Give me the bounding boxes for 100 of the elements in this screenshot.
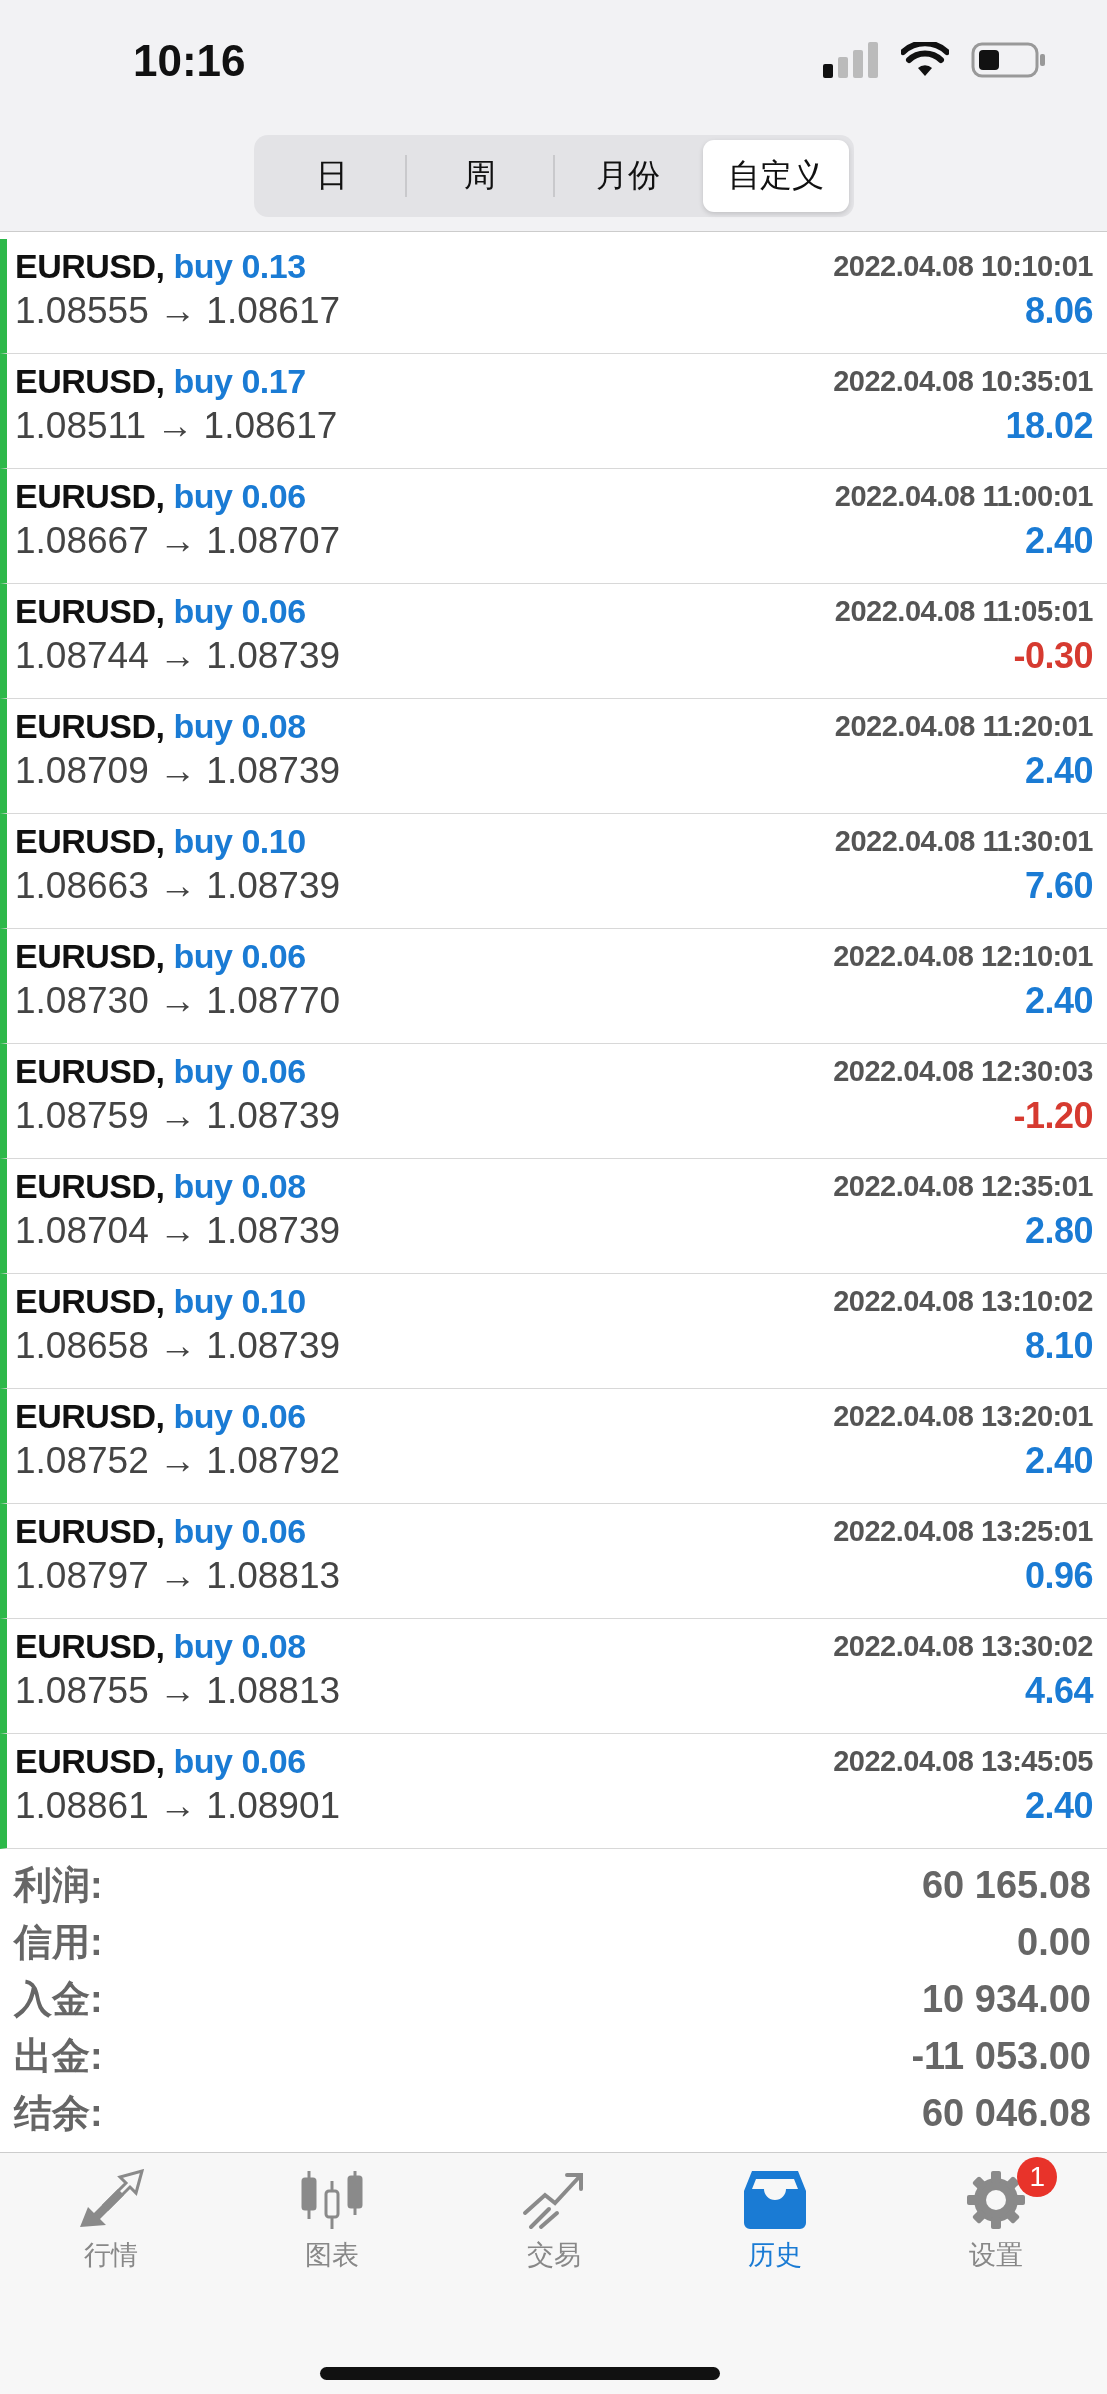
order-label: buy 0.06 (173, 477, 306, 516)
symbol-label: EURUSD, (15, 707, 165, 746)
trade-time: 2022.04.08 11:00:01 (834, 480, 1093, 513)
wifi-icon (901, 42, 949, 78)
symbol-label: EURUSD, (15, 1167, 165, 1206)
trade-row[interactable]: EURUSD, buy 0.06 2022.04.08 12:10:01 1.08730 → 1.08770 2.40 (0, 929, 1107, 1044)
inbox-icon (741, 2169, 808, 2231)
period-tab[interactable]: 自定义 (702, 140, 849, 212)
trade-time: 2022.04.08 13:10:02 (833, 1285, 1093, 1318)
symbol-label: EURUSD, (15, 1742, 165, 1781)
trade-time: 2022.04.08 12:35:01 (833, 1170, 1093, 1203)
candlestick-icon (299, 2169, 366, 2231)
summary-label: 结余: (14, 2091, 103, 2136)
price-range: 1.08663 → 1.08739 (15, 865, 342, 907)
summary-value: 10 934.00 (921, 1978, 1091, 2021)
summary-value: 0.00 (1017, 1921, 1091, 1964)
price-range: 1.08511 → 1.08617 (15, 405, 339, 447)
symbol-label: EURUSD, (15, 822, 165, 861)
profit-value: 2.40 (1023, 1440, 1093, 1482)
trade-row[interactable]: EURUSD, buy 0.08 2022.04.08 13:30:02 1.08755 → 1.08813 4.64 (0, 1619, 1107, 1734)
profit-value: 2.40 (1023, 520, 1093, 562)
trade-time: 2022.04.08 11:30:01 (834, 825, 1093, 858)
order-label: buy 0.08 (173, 1167, 306, 1206)
tab-bar-item[interactable]: 历史 (664, 2153, 886, 2277)
summary-value: 60 046.08 (921, 2092, 1091, 2135)
trade-row[interactable]: EURUSD, buy 0.08 2022.04.08 11:20:01 1.08709 → 1.08739 2.40 (0, 699, 1107, 814)
symbol-label: EURUSD, (15, 1512, 165, 1551)
summary-label: 信用: (14, 1920, 103, 1965)
order-label: buy 0.06 (173, 937, 306, 976)
trade-time: 2022.04.08 11:20:01 (834, 710, 1093, 743)
trade-time: 2022.04.08 13:20:01 (833, 1400, 1093, 1433)
profit-value: 8.10 (1023, 1325, 1093, 1367)
price-range: 1.08658 → 1.08739 (15, 1325, 342, 1367)
trade-time: 2022.04.08 12:30:03 (833, 1055, 1093, 1088)
order-label: buy 0.06 (173, 1512, 306, 1551)
profit-value: 7.60 (1023, 865, 1093, 907)
signal-icon (823, 42, 879, 78)
symbol-label: EURUSD, (15, 362, 165, 401)
trade-row[interactable]: EURUSD, buy 0.17 2022.04.08 10:35:01 1.08511 → 1.08617 18.02 (0, 354, 1107, 469)
trade-row[interactable]: EURUSD, buy 0.08 2022.04.08 12:35:01 1.08704 → 1.08739 2.80 (0, 1159, 1107, 1274)
price-range: 1.08704 → 1.08739 (15, 1210, 342, 1252)
summary-label: 利润: (14, 1863, 103, 1908)
trade-row[interactable]: EURUSD, buy 0.10 2022.04.08 11:30:01 1.08663 → 1.08739 7.60 (0, 814, 1107, 929)
period-tab[interactable]: 月份 (554, 140, 701, 212)
profit-value: 18.02 (1004, 405, 1093, 447)
trade-time: 2022.04.08 10:35:01 (833, 365, 1093, 398)
order-label: buy 0.13 (173, 247, 306, 286)
trade-time: 2022.04.08 12:10:01 (833, 940, 1093, 973)
trade-row[interactable]: EURUSD, buy 0.06 2022.04.08 13:25:01 1.08797 → 1.08813 0.96 (0, 1504, 1107, 1619)
trade-row[interactable]: EURUSD, buy 0.13 2022.04.08 10:10:01 1.08555 → 1.08617 8.06 (0, 239, 1107, 354)
profit-value: 8.06 (1023, 290, 1093, 332)
trade-row[interactable]: EURUSD, buy 0.06 2022.04.08 13:20:01 1.08752 → 1.08792 2.40 (0, 1389, 1107, 1504)
order-label: buy 0.06 (173, 592, 306, 631)
profit-value: 2.40 (1023, 980, 1093, 1022)
order-label: buy 0.08 (173, 707, 306, 746)
profit-value: 0.96 (1023, 1555, 1093, 1597)
period-tab[interactable]: 周 (406, 140, 553, 212)
symbol-label: EURUSD, (15, 247, 165, 286)
order-label: buy 0.08 (173, 1627, 306, 1666)
trade-row[interactable]: EURUSD, buy 0.06 2022.04.08 11:00:01 1.08667 → 1.08707 2.40 (0, 469, 1107, 584)
order-label: buy 0.06 (173, 1397, 306, 1436)
trade-time: 2022.04.08 13:30:02 (833, 1630, 1093, 1663)
summary-label: 入金: (14, 1977, 103, 2022)
profit-value: 2.80 (1023, 1210, 1093, 1252)
profit-value: -0.30 (1012, 635, 1093, 677)
trade-time: 2022.04.08 13:45:05 (833, 1745, 1093, 1778)
trade-time: 2022.04.08 11:05:01 (834, 595, 1093, 628)
summary-label: 出金: (14, 2034, 103, 2079)
price-range: 1.08797 → 1.08813 (15, 1555, 342, 1597)
price-range: 1.08730 → 1.08770 (15, 980, 342, 1022)
price-range: 1.08709 → 1.08739 (15, 750, 342, 792)
order-label: buy 0.17 (173, 362, 306, 401)
order-label: buy 0.10 (173, 822, 306, 861)
symbol-label: EURUSD, (15, 1627, 165, 1666)
profit-value: 4.64 (1023, 1670, 1093, 1712)
price-range: 1.08555 → 1.08617 (15, 290, 342, 332)
trade-row[interactable]: EURUSD, buy 0.10 2022.04.08 13:10:02 1.08658 → 1.08739 8.10 (0, 1274, 1107, 1389)
symbol-label: EURUSD, (15, 1282, 165, 1321)
clock: 10:16 (133, 36, 247, 87)
trade-time: 2022.04.08 10:10:01 (833, 250, 1093, 283)
home-indicator[interactable] (319, 2367, 720, 2380)
symbol-label: EURUSD, (15, 1397, 165, 1436)
tab-bar-item[interactable]: 1 设置 (885, 2153, 1107, 2277)
trade-row[interactable]: EURUSD, buy 0.06 2022.04.08 11:05:01 1.08744 → 1.08739 -0.30 (0, 584, 1107, 699)
price-range: 1.08752 → 1.08792 (15, 1440, 342, 1482)
symbol-label: EURUSD, (15, 592, 165, 631)
symbol-label: EURUSD, (15, 1052, 165, 1091)
order-label: buy 0.10 (173, 1282, 306, 1321)
summary-value: -11 053.00 (911, 2035, 1091, 2078)
price-range: 1.08755 → 1.08813 (15, 1670, 342, 1712)
trade-time: 2022.04.08 13:25:01 (833, 1515, 1093, 1548)
battery-icon (971, 42, 1047, 78)
trade-row[interactable]: EURUSD, buy 0.06 2022.04.08 12:30:03 1.08759 → 1.08739 -1.20 (0, 1044, 1107, 1159)
period-tab[interactable]: 日 (258, 140, 405, 212)
summary-value: 60 165.08 (921, 1864, 1091, 1907)
profit-value: 2.40 (1023, 1785, 1093, 1827)
order-label: buy 0.06 (173, 1742, 306, 1781)
price-range: 1.08861 → 1.08901 (15, 1785, 342, 1827)
trade-row[interactable]: EURUSD, buy 0.06 2022.04.08 13:45:05 1.08861 → 1.08901 2.40 (0, 1734, 1107, 1849)
profit-value: -1.20 (1012, 1095, 1093, 1137)
